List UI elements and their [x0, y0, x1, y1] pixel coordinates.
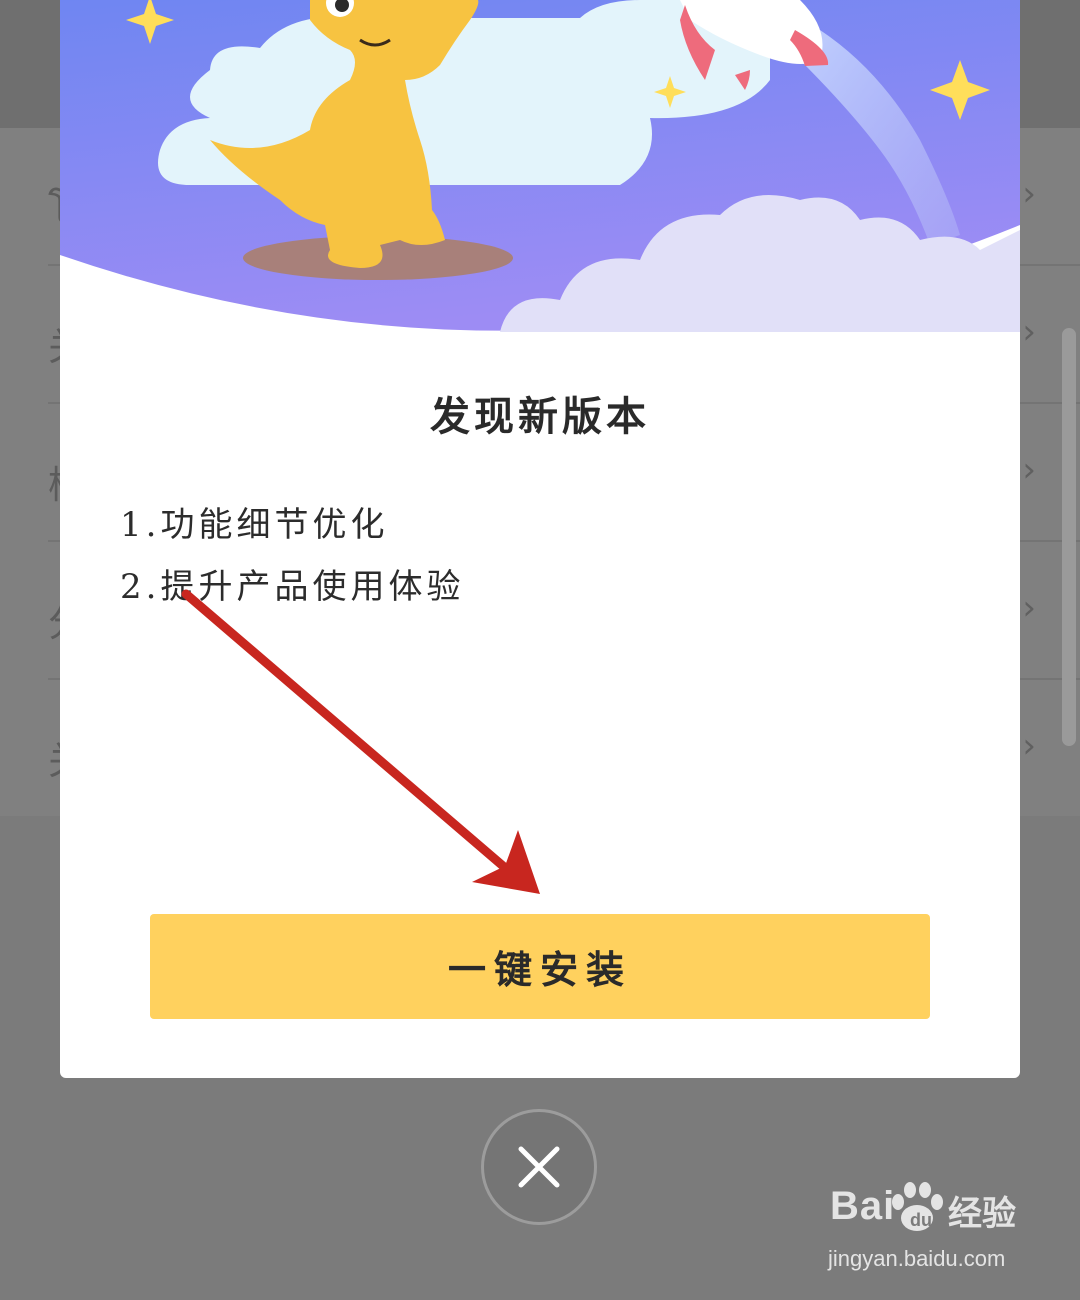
release-notes: 1.功能细节优化 2.提升产品使用体验: [120, 494, 464, 618]
release-note-item: 2.提升产品使用体验: [120, 567, 465, 607]
release-note-item: 1.功能细节优化: [120, 505, 389, 545]
close-button[interactable]: [481, 1109, 597, 1225]
watermark-logo-text: Bai: [830, 1184, 896, 1228]
watermark-logo-text: 经验: [948, 1194, 1016, 1234]
baidu-jingyan-watermark: Bai du 经验 jingyan.baidu.com: [826, 1176, 1026, 1286]
update-dialog: 发现新版本 1.功能细节优化 2.提升产品使用体验 一键安装: [60, 0, 1020, 1078]
chevron-right-icon: ›: [1022, 174, 1036, 214]
svg-text:du: du: [910, 1210, 932, 1230]
chevron-right-icon: ›: [1022, 450, 1036, 490]
paw-icon: du: [892, 1182, 943, 1231]
dialog-title: 发现新版本: [430, 393, 650, 440]
close-icon: [518, 1146, 560, 1188]
watermark-url: jingyan.baidu.com: [828, 1246, 1006, 1271]
banner-illustration: [60, 0, 1020, 332]
chevron-right-icon: ›: [1022, 726, 1036, 766]
chevron-right-icon: ›: [1022, 588, 1036, 628]
chevron-right-icon: ›: [1022, 312, 1036, 352]
install-button[interactable]: 一键安装: [150, 914, 930, 1019]
scrollbar[interactable]: [1062, 328, 1076, 746]
